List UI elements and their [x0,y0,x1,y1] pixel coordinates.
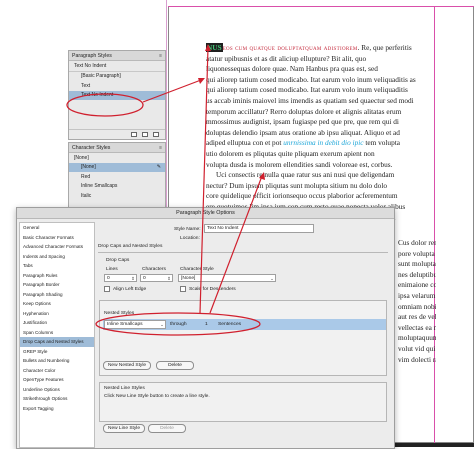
category-item[interactable]: Tabs [20,261,94,271]
category-item[interactable]: Advanced Character Formats [20,242,94,252]
panel-footer [69,129,165,139]
nested-unit[interactable]: Sentences [218,322,241,327]
text-line: atatur upibusnis et as dit aliciup ellup… [206,53,367,63]
category-item-selected[interactable]: Drop Caps and Nested Styles [20,337,94,347]
text-line: adiped elluptua con et pot unrnissima in… [206,138,400,148]
category-item[interactable]: Justification [20,318,94,328]
category-item[interactable]: Underline Options [20,385,94,395]
category-item[interactable]: Keep Options [20,299,94,309]
text-line: mmossimus audignist, ipsam fugiaspe ped … [206,117,399,127]
lines-stepper[interactable]: 0 ⇕ [104,274,137,282]
text-line: volupta dusda is molorem ellendities san… [206,159,393,169]
panel-tab[interactable]: Character Styles ≡ [69,143,165,153]
stepper-arrows-icon[interactable]: ⇕ [167,275,171,282]
section-heading: Drop Caps and Nested Styles [98,244,163,249]
current-style-label: Text No Indent [74,62,107,69]
style-name-input[interactable]: Text No Indent [204,224,314,233]
style-item[interactable]: [Basic Paragraph] [69,72,165,82]
drop-caps-heading: Drop Caps [106,258,130,263]
text-line: doluptas delendio ipsam atus oratione ab… [206,127,400,137]
align-left-edge-checkbox[interactable] [104,286,110,292]
text-line: qui aliorep tatium cosed modicabo. Itat … [206,74,416,84]
style-item[interactable]: Text [69,81,165,91]
category-item[interactable]: Strikethrough Options [20,394,94,404]
align-left-edge-label: Align Left Edge [113,287,147,292]
pencil-icon: ✎ [156,164,161,171]
nested-style-select[interactable]: Inline Smallcaps ⌄ [104,320,166,329]
paragraph-styles-panel: Paragraph Styles ≡ Text No Indent [Basic … [68,50,166,140]
characters-label: Characters [142,267,166,272]
text-line: temporum accillatur? Rerro doluptas dolo… [206,106,402,116]
category-item[interactable]: Span Columns [20,328,94,338]
new-style-icon[interactable] [142,132,148,137]
italic-char-style-text: unrnissima [283,138,316,148]
nested-count[interactable]: 1 [205,322,208,327]
category-list: General Basic Character Formats Advanced… [19,222,95,448]
style-item[interactable]: Inline Smallcaps [69,182,165,192]
panel-menu-icon[interactable]: ≡ [159,53,162,59]
style-item-selected[interactable]: Text No Indent [69,90,165,100]
delete-line-style-button: Delete [148,424,186,433]
text-line: core quidelique officit iorionsequo occu… [206,191,398,201]
nested-styles-heading: Nested Styles [104,311,135,316]
stepper-arrows-icon[interactable]: ⇕ [131,275,135,282]
text-line: liquonessequas dolore quae. Nam Hanbus p… [206,64,378,74]
location-label: Location: [180,236,200,241]
character-styles-panel: Character Styles ≡ [None] [None] ✎ Red Inl… [68,142,166,208]
nested-style-lead-in: eos cum quatque doluptatquam adistiorem [222,43,358,52]
text-line: us accab iminis maiovel ims imendis as q… [206,95,414,105]
text-line: Uci consectis re nulla quae ratur sus an… [216,170,395,180]
text-line: NUSeos cum quatque doluptatquam adistior… [206,43,412,52]
trash-icon[interactable] [153,132,159,137]
nested-through-label: through [170,322,187,327]
category-item[interactable]: OpenType Features [20,375,94,385]
category-item[interactable]: Hyphenation [20,309,94,319]
scale-for-descenders-label: Scale for Descenders [189,287,236,292]
document-text-frame[interactable]: NUSeos cum quatque doluptatquam adistior… [206,43,436,223]
current-style-label: [None] [74,154,89,161]
chevron-down-icon: ⌄ [270,276,274,281]
panel-menu-icon[interactable]: ≡ [159,145,162,151]
character-style-select[interactable]: [None] ⌄ [178,274,276,282]
category-item[interactable]: Bullets and Numbering [20,356,94,366]
nested-line-hint: Click New Line Style button to create a … [104,394,210,399]
character-style-label: Character Style [180,267,214,272]
document-text-overflow: Cus dolor rem. Ut quo dio corpor tor et … [398,238,436,364]
style-item-selected[interactable]: [None] ✎ [69,162,165,172]
margin-guide-top [168,6,474,7]
dialog-title: Paragraph Style Options [17,208,394,219]
style-name-label: Style Name: [174,227,201,232]
panel-tab[interactable]: Paragraph Styles ≡ [69,51,165,61]
new-line-style-button[interactable]: New Line Style [103,424,145,433]
style-item[interactable]: Red [69,172,165,182]
scale-for-descenders-checkbox[interactable] [180,286,186,292]
category-item[interactable]: Paragraph Rules [20,271,94,281]
drop-cap-selection: NUS [206,43,223,52]
nested-line-styles-heading: Nested Line Styles [104,386,145,391]
category-item[interactable]: Export Tagging [20,404,94,414]
category-item[interactable]: Paragraph Border [20,280,94,290]
category-item[interactable]: Paragraph Shading [20,290,94,300]
text-line: qui aliorep tatium cosed modicabo. Itat … [206,85,408,95]
category-item[interactable]: GREP Style [20,347,94,357]
text-line: nectur? Dum ipsum pliqutas sunt molupta … [206,180,387,190]
characters-stepper[interactable]: 0 ⇕ [140,274,173,282]
category-item[interactable]: Indents and Spacing [20,252,94,262]
category-item[interactable]: Basic Character Formats [20,233,94,243]
lines-label: Lines [106,267,118,272]
style-item[interactable]: Italic [69,191,165,201]
category-item[interactable]: Character Color [20,366,94,376]
divider [98,252,388,253]
category-item[interactable]: General [20,223,94,233]
folder-icon[interactable] [131,132,137,137]
new-nested-style-button[interactable]: New Nested Style [103,361,151,370]
text-line: utio dolorem es pliqutas quite pliquam e… [206,148,375,158]
delete-nested-style-button[interactable]: Delete [156,361,194,370]
chevron-down-icon: ⌄ [160,322,164,327]
